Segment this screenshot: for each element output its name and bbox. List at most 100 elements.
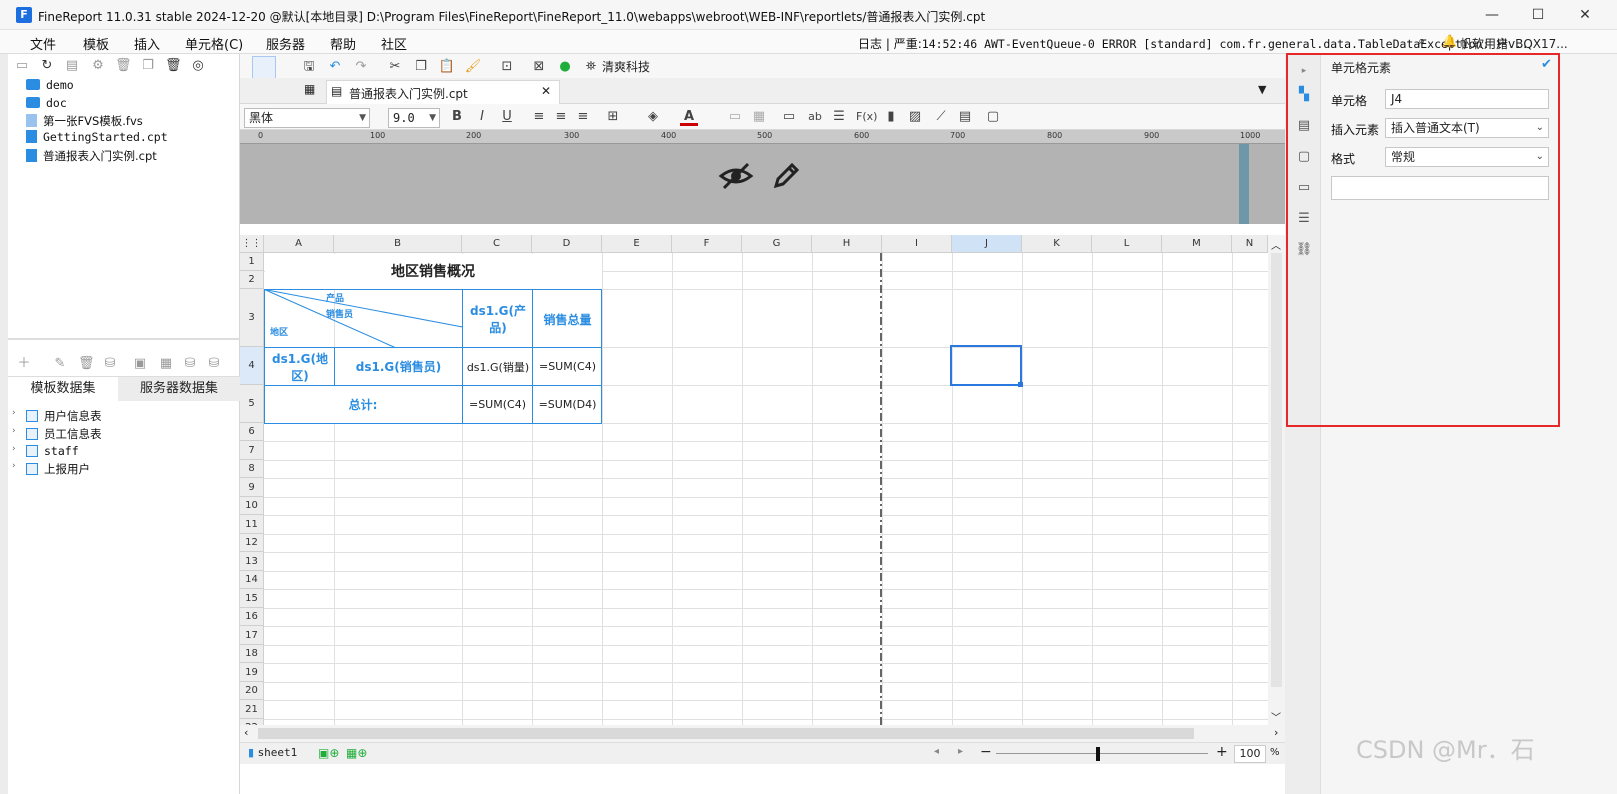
slash-icon[interactable]: ⟋ — [932, 108, 950, 126]
new-folder-icon[interactable]: ▭ — [14, 58, 30, 74]
save-icon[interactable]: 🖫 — [300, 58, 318, 76]
preview-icon[interactable]: ▣ — [132, 356, 148, 372]
scroll-up-icon[interactable]: ︿ — [1271, 237, 1281, 252]
cell-c3[interactable]: ds1.G(产品) — [464, 291, 532, 347]
eye-hidden-icon[interactable] — [718, 160, 754, 192]
expand-icon[interactable]: › — [12, 408, 16, 418]
brand-label[interactable]: 清爽科技 — [602, 58, 650, 75]
cell-d4[interactable]: =SUM(C4) — [533, 348, 602, 385]
splitter[interactable] — [8, 338, 240, 340]
align-center-icon[interactable]: ≡ — [552, 108, 570, 126]
menu-help[interactable]: 帮助 — [330, 34, 356, 53]
expand-icon[interactable]: › — [12, 461, 16, 471]
lock-icon[interactable]: ⚙ — [90, 58, 106, 74]
close-button[interactable]: ✕ — [1565, 4, 1605, 26]
formula-icon[interactable]: F(x) — [856, 108, 877, 126]
preview-toolbar-icon[interactable]: ⊡ — [498, 58, 516, 76]
file-tab[interactable]: ▤ 普通报表入门实例.cpt ✕ — [326, 80, 560, 104]
brand-icon[interactable]: ⛯ — [582, 58, 600, 76]
copy-toolbar-icon[interactable]: ❐ — [412, 58, 430, 76]
recycle-icon[interactable]: 🗑 — [165, 58, 182, 74]
tree-item-fvs[interactable]: 第一张FVS模板.fvs — [26, 113, 143, 129]
menu-template[interactable]: 模板 — [83, 34, 109, 53]
dataset-item-user-info[interactable]: › 用户信息表 — [12, 408, 102, 424]
expand-icon[interactable]: › — [12, 426, 16, 436]
delete-dataset-icon[interactable]: 🗑 — [78, 356, 95, 372]
pencil-icon[interactable] — [770, 160, 802, 192]
cell-title[interactable]: 地区销售概况 — [264, 253, 602, 289]
zoom-out-button[interactable]: − — [980, 744, 992, 760]
image-icon[interactable]: ▨ — [906, 108, 924, 126]
bell-icon[interactable]: 🔔 — [1442, 34, 1457, 48]
cell-b4[interactable]: ds1.G(销售员) — [335, 348, 462, 385]
sheet-tab[interactable]: ▮ sheet1 — [248, 746, 297, 759]
menu-cell[interactable]: 单元格(C) — [185, 34, 243, 53]
tree-item-example[interactable]: 普通报表入门实例.cpt — [26, 148, 157, 164]
scroll-right-icon[interactable]: › — [1274, 726, 1278, 739]
format-painter-icon[interactable]: 🖌 — [464, 58, 482, 76]
dataset-item-staff[interactable]: › staff — [12, 444, 79, 458]
tab-server-dataset[interactable]: 服务器数据集 — [118, 377, 240, 401]
cell-c5[interactable]: =SUM(C4) — [463, 386, 532, 423]
prev-sheet-icon[interactable]: ◂ — [934, 746, 939, 757]
cell-c4[interactable]: ds1.G(销量) — [464, 348, 532, 385]
font-color-icon[interactable]: A — [680, 108, 698, 126]
bold-icon[interactable]: B — [448, 108, 466, 126]
cut-icon[interactable]: ✂ — [386, 58, 404, 76]
undo-icon[interactable]: ↶ — [326, 58, 344, 76]
zoom-in-button[interactable]: + — [1216, 744, 1228, 760]
dataset-item-employee-info[interactable]: › 员工信息表 — [12, 426, 102, 442]
delete-icon[interactable]: 🗑 — [115, 58, 132, 74]
horizontal-scroll-thumb[interactable] — [258, 728, 1194, 739]
close-tab-icon[interactable]: ✕ — [541, 84, 551, 98]
redo-icon[interactable]: ↷ — [352, 58, 370, 76]
fill-color-icon[interactable]: ◈ — [644, 108, 662, 126]
refresh-icon[interactable]: ↻ — [39, 58, 55, 74]
add-dataset-icon[interactable]: ＋ — [16, 356, 32, 372]
paragraph-icon[interactable]: ☰ — [830, 108, 848, 126]
cell-ab5[interactable]: 总计: — [264, 386, 462, 423]
sql-icon[interactable]: ▦ — [158, 356, 174, 372]
menu-server[interactable]: 服务器 — [266, 34, 305, 53]
maximize-button[interactable]: ☐ — [1518, 4, 1558, 26]
search-icon[interactable]: ⌕ — [1418, 34, 1425, 49]
tree-item-demo[interactable]: demo — [26, 78, 74, 92]
cell-d5[interactable]: =SUM(D4) — [533, 386, 602, 423]
check-icon[interactable]: ⊠ — [530, 58, 548, 76]
next-sheet-icon[interactable]: ▸ — [958, 746, 963, 757]
add-sheet-icon[interactable]: ▣⊕ — [318, 746, 339, 760]
border-style-icon[interactable]: ▢ — [984, 108, 1002, 126]
database-icon[interactable]: ⛁ — [102, 356, 118, 372]
log-label[interactable]: 日志 — [858, 37, 882, 51]
log-line[interactable]: 日志 | 严重:14:52:46 AWT-EventQueue-0 ERROR … — [858, 35, 1529, 52]
tab-menu-icon[interactable]: ▼ — [1258, 83, 1266, 96]
tree-item-gettingstarted[interactable]: GettingStarted.cpt — [26, 130, 168, 144]
menu-file[interactable]: 文件 — [30, 34, 56, 53]
copy-icon[interactable]: ❐ — [140, 58, 156, 74]
zoom-slider-track[interactable] — [996, 753, 1208, 754]
dataset-item-report-user[interactable]: › 上报用户 — [12, 461, 90, 477]
open-icon[interactable]: ▤ — [64, 58, 80, 74]
spreadsheet-grid[interactable]: ⋮⋮ A B C D E F G H I J K L M N 1 2 3 4 5… — [240, 235, 1268, 725]
border-icon[interactable]: ⊞ — [604, 108, 622, 126]
cell-d3[interactable]: 销售总量 — [533, 291, 602, 347]
menu-insert[interactable]: 插入 — [134, 34, 160, 53]
font-family-select[interactable]: 黑体 ▼ — [244, 108, 370, 128]
vertical-scroll-thumb[interactable] — [1271, 253, 1282, 687]
align-left-icon[interactable]: ≡ — [530, 108, 548, 126]
cell-a4[interactable]: ds1.G(地区) — [266, 348, 334, 385]
expand-icon[interactable]: › — [12, 444, 16, 454]
horizontal-scrollbar[interactable]: ‹ › — [240, 725, 1285, 742]
paste-icon[interactable]: 📋 — [438, 58, 456, 76]
chart-icon[interactable]: ▮ — [882, 108, 900, 126]
add-report-sheet-icon[interactable]: ▦⊕ — [346, 746, 367, 760]
scroll-left-icon[interactable]: ‹ — [244, 726, 248, 739]
unmerge-icon[interactable]: ▦ — [750, 108, 768, 126]
minimize-button[interactable]: — — [1472, 4, 1512, 26]
edit-icon[interactable]: ✎ — [52, 356, 68, 372]
tab-template-dataset[interactable]: 模板数据集 — [8, 377, 118, 401]
vertical-scrollbar[interactable]: ︿ ﹀ — [1268, 235, 1285, 725]
success-icon[interactable]: ● — [556, 58, 574, 76]
zoom-input[interactable]: 100 — [1234, 745, 1266, 763]
merge-icon[interactable]: ▭ — [726, 108, 744, 126]
